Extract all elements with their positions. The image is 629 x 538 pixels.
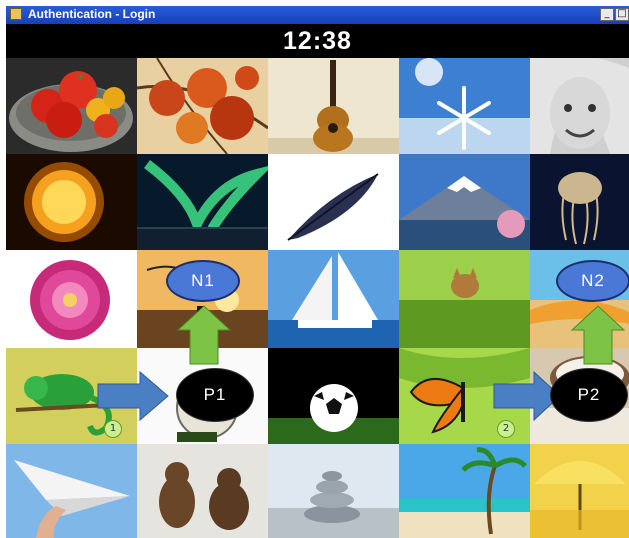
tomato-basket-icon [6, 58, 137, 154]
sequence-badge-2: 2 [497, 420, 515, 438]
tile-salt-bowl[interactable] [530, 348, 629, 444]
tile-snowflake[interactable] [399, 58, 530, 154]
bear-cubs-icon [137, 444, 268, 538]
tile-yellow-umbrella[interactable] [530, 444, 629, 538]
umbrella-icon [530, 444, 629, 538]
title-bar: Authentication - Login _ □ [6, 6, 629, 24]
guitar-icon [268, 58, 399, 154]
tile-paper-plane[interactable] [6, 444, 137, 538]
stacked-stones-icon [268, 444, 399, 538]
tile-sun[interactable] [6, 154, 137, 250]
maximize-button[interactable]: □ [615, 8, 629, 21]
girl-face-icon [530, 58, 629, 154]
jellyfish-icon [530, 154, 629, 250]
tile-dahlia-flower[interactable] [6, 250, 137, 348]
flower-icon [6, 250, 137, 348]
tile-guitar[interactable] [268, 58, 399, 154]
soccer-ball-icon [268, 348, 399, 444]
compass-icon [137, 348, 268, 444]
tile-bear-cubs[interactable] [137, 444, 268, 538]
paper-plane-icon [6, 444, 137, 538]
clock-display: 12:38 [283, 27, 352, 55]
tile-sailboat[interactable] [268, 250, 399, 348]
tile-stacked-stones[interactable] [268, 444, 399, 538]
tile-compass[interactable] [137, 348, 268, 444]
mountain-icon [399, 154, 530, 250]
tile-butterfly[interactable]: 2 [399, 348, 530, 444]
sailboat-icon [268, 250, 399, 348]
tile-mount-fuji[interactable] [399, 154, 530, 250]
snowflake-icon [399, 58, 530, 154]
clock-bar: 12:38 [6, 24, 629, 58]
tile-soccer-ball[interactable] [268, 348, 399, 444]
java-app-icon [10, 8, 22, 20]
tile-feather[interactable] [268, 154, 399, 250]
tile-jellyfish[interactable] [530, 154, 629, 250]
tile-palm-beach[interactable] [399, 444, 530, 538]
tile-aurora[interactable] [137, 154, 268, 250]
beach-boat-icon [530, 250, 629, 348]
login-window: Authentication - Login _ □ 12:38 1 2 [6, 6, 629, 538]
salt-bowl-icon [530, 348, 629, 444]
sunset-fisherman-icon [137, 250, 268, 348]
tile-chameleon[interactable]: 1 [6, 348, 137, 444]
autumn-leaves-icon [137, 58, 268, 154]
palm-tree-icon [399, 444, 530, 538]
tile-beach-boat[interactable] [530, 250, 629, 348]
window-title: Authentication - Login [28, 7, 156, 21]
kitten-icon [399, 250, 530, 348]
sun-icon [6, 154, 137, 250]
minimize-button[interactable]: _ [600, 8, 614, 21]
aurora-icon [137, 154, 268, 250]
sequence-badge-1: 1 [104, 420, 122, 438]
tile-kitten-in-grass[interactable] [399, 250, 530, 348]
image-grid: 1 2 [6, 58, 629, 538]
tile-beach-sunset-fisherman[interactable] [137, 250, 268, 348]
feather-icon [268, 154, 399, 250]
tile-autumn-leaves[interactable] [137, 58, 268, 154]
tile-tomato-basket[interactable] [6, 58, 137, 154]
tile-girl-face[interactable] [530, 58, 629, 154]
